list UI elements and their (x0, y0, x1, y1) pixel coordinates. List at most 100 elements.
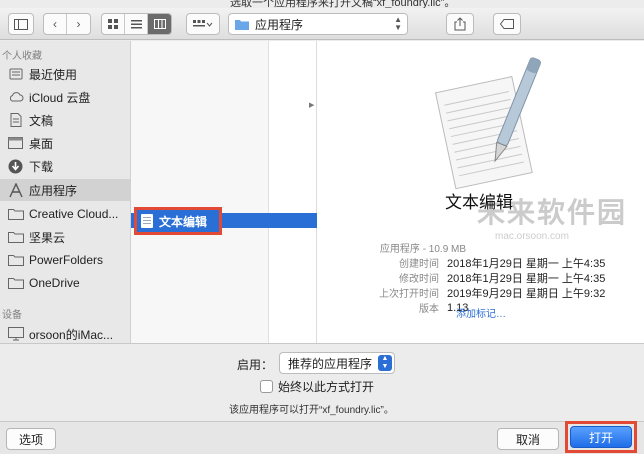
location-label: 应用程序 (255, 17, 304, 32)
icon-grid-icon (108, 19, 118, 29)
applications-folder-icon (235, 20, 249, 30)
sidebar-item-label: 应用程序 (29, 183, 78, 198)
arrange-icon (193, 20, 213, 27)
sidebar-item-label: 坚果云 (29, 230, 66, 245)
always-open-option[interactable]: 始终以此方式打开 (260, 378, 374, 395)
sidebar-item-onedrive[interactable]: OneDrive (0, 272, 130, 294)
open-note: 该应用程序可以打开“xf_foundry.lic”。 (229, 405, 394, 416)
back-button[interactable]: ‹ (44, 14, 67, 34)
list-icon (130, 19, 142, 28)
columns-icon (153, 19, 166, 29)
computer-icon (7, 326, 24, 342)
sidebar-toggle-button[interactable] (8, 13, 34, 35)
sidebar-item-documents[interactable]: 文稿 (0, 109, 130, 131)
app-info-table: 应用程序 - 10.9 MB 创建时间 2018年1月29日 星期一 上午4:3… (337, 240, 637, 315)
enable-select-value: 推荐的应用程序 (288, 356, 373, 371)
share-button[interactable] (446, 13, 474, 35)
always-open-label: 始终以此方式打开 (278, 380, 375, 394)
info-key: 上次打开时间 (379, 289, 439, 300)
arrange-button[interactable] (186, 13, 220, 35)
folder-icon (7, 275, 24, 291)
sidebar-item-imac[interactable]: orsoon的iMac... (0, 323, 130, 343)
textedit-app-icon (434, 57, 541, 190)
toolbar: ‹ › 应用程序 ▲ ▼ (0, 8, 644, 40)
location-popup[interactable]: 应用程序 ▲ ▼ (228, 13, 408, 35)
sidebar-item-label: 桌面 (29, 136, 54, 151)
folder-icon (7, 206, 24, 222)
tag-icon (500, 19, 514, 29)
chevron-right-icon: › (76, 17, 81, 31)
applications-icon (7, 182, 24, 198)
sidebar-item-label: orsoon的iMac... (29, 327, 114, 342)
cancel-button[interactable]: 取消 (497, 428, 559, 450)
open-button[interactable]: 打开 (570, 426, 632, 448)
cloud-icon (7, 89, 24, 105)
document-icon (7, 112, 24, 128)
chevron-left-icon: ‹ (53, 17, 57, 31)
browser-column-2[interactable]: ▶ (269, 41, 317, 343)
info-value: 2018年1月29日 星期一 上午4:35 (447, 257, 606, 270)
browser-column-1[interactable] (131, 41, 269, 343)
sidebar-item-label: iCloud 云盘 (29, 90, 91, 105)
sidebar-item-downloads[interactable]: 下载 (0, 155, 130, 177)
folder-icon (7, 252, 24, 268)
view-mode-switcher (101, 13, 172, 35)
add-tags-link[interactable]: 添加标记… (456, 305, 506, 320)
window-title: 选取一个应用程序来打开文稿“xf_foundry.lic”。 (230, 0, 456, 8)
sidebar-item-nutstore[interactable]: 坚果云 (0, 226, 130, 248)
info-kind-size: 应用程序 - 10.9 MB (379, 244, 467, 255)
sidebar: 个人收藏 最近使用 iCloud 云盘 文稿 桌面 下载 应用程序 Creati… (0, 41, 131, 343)
favorites-header: 个人收藏 (2, 51, 42, 62)
textedit-small-icon (141, 214, 153, 228)
updown-arrows-icon: ▲ ▼ (378, 355, 392, 371)
devices-header: 设备 (2, 310, 22, 321)
sidebar-item-label: 下载 (29, 159, 54, 174)
window-title-bar: 选取一个应用程序来打开文稿“xf_foundry.lic”。 (0, 0, 644, 8)
icon-view-button[interactable] (102, 14, 125, 34)
desktop-icon (7, 135, 24, 151)
info-key: 创建时间 (399, 259, 439, 270)
info-key: 版本 (419, 304, 439, 315)
info-value: 2019年9月29日 星期日 上午9:32 (447, 287, 606, 300)
file-item-label: 文本编辑 (159, 214, 208, 229)
open-button-highlight: 打开 (565, 421, 637, 453)
info-row-modified: 修改时间 2018年1月29日 星期一 上午4:35 (337, 270, 637, 286)
preview-pane: 文本编辑 未来软件园 mac.orsoon.com 应用程序 - 10.9 MB… (317, 41, 644, 343)
options-button[interactable]: 选项 (6, 428, 56, 450)
sidebar-item-label: Creative Cloud... (29, 207, 119, 221)
sidebar-item-powerfolders[interactable]: PowerFolders (0, 249, 130, 271)
sidebar-item-icloud[interactable]: iCloud 云盘 (0, 86, 130, 108)
file-item-textedit[interactable]: 文本编辑 (134, 207, 222, 235)
share-icon (454, 17, 466, 31)
sidebar-item-label: PowerFolders (29, 253, 104, 267)
info-key: 修改时间 (399, 274, 439, 285)
list-view-button[interactable] (125, 14, 148, 34)
folder-icon (7, 229, 24, 245)
download-icon (7, 158, 24, 174)
recents-icon (7, 66, 24, 82)
info-value: 2018年1月29日 星期一 上午4:35 (447, 272, 606, 285)
open-options: 启用： 推荐的应用程序 ▲ ▼ 始终以此方式打开 该应用程序可以打开“xf_fou… (0, 343, 644, 421)
updown-arrows-icon: ▲ ▼ (394, 15, 402, 32)
sidebar-item-creative-cloud[interactable]: Creative Cloud... (0, 203, 130, 225)
sidebar-item-applications[interactable]: 应用程序 (0, 179, 130, 201)
app-name: 文本编辑 (445, 193, 513, 212)
forward-button[interactable]: › (67, 14, 90, 34)
sidebar-item-label: OneDrive (29, 276, 80, 290)
sidebar-item-recents[interactable]: 最近使用 (0, 63, 130, 85)
column-view-button[interactable] (148, 14, 171, 34)
enable-label: 启用： (237, 358, 274, 372)
info-row-kind: 应用程序 - 10.9 MB (337, 240, 637, 255)
disclosure-arrow-icon: ▶ (309, 102, 315, 109)
sidebar-item-label: 文稿 (29, 113, 54, 128)
info-row-created: 创建时间 2018年1月29日 星期一 上午4:35 (337, 255, 637, 271)
sidebar-icon (14, 18, 28, 30)
tag-button[interactable] (493, 13, 521, 35)
button-bar: 选项 取消 (0, 421, 644, 454)
nav-buttons: ‹ › (43, 13, 91, 35)
sidebar-item-label: 最近使用 (29, 67, 78, 82)
always-open-checkbox[interactable] (260, 380, 273, 393)
sidebar-item-desktop[interactable]: 桌面 (0, 132, 130, 154)
info-row-last-opened: 上次打开时间 2019年9月29日 星期日 上午9:32 (337, 285, 637, 301)
enable-select[interactable]: 推荐的应用程序 ▲ ▼ (279, 352, 395, 374)
